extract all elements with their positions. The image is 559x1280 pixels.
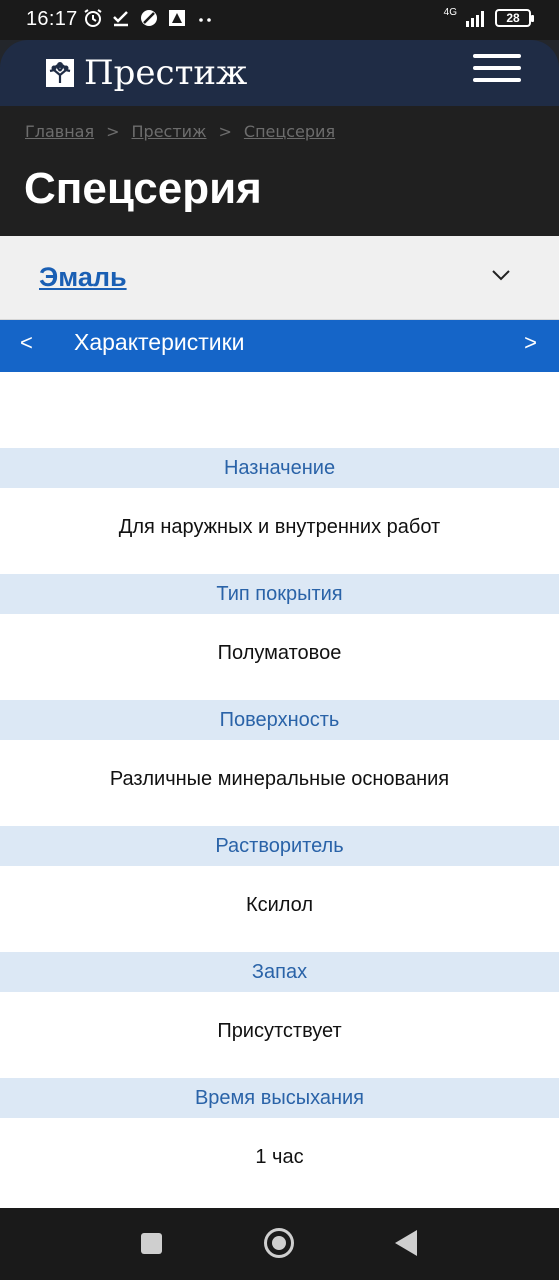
check-icon xyxy=(113,11,128,27)
logo[interactable]: Престиж xyxy=(46,56,247,90)
product-accordion[interactable]: Эмаль xyxy=(0,236,559,320)
spec-item: Поверхность Различные минеральные основа… xyxy=(0,700,559,826)
home-icon[interactable] xyxy=(264,1228,294,1258)
spec-name: Растворитель xyxy=(0,826,559,866)
spec-name: Поверхность xyxy=(0,700,559,740)
status-time: 16:17 xyxy=(26,8,78,30)
spec-item: Время высыхания 1 час xyxy=(0,1078,559,1204)
signal-icon xyxy=(466,11,484,27)
spec-value: Различные минеральные основания xyxy=(109,767,450,790)
breadcrumb-separator: > xyxy=(218,122,232,141)
recent-apps-icon[interactable] xyxy=(141,1233,162,1254)
status-bar: 16:17 4G 28 xyxy=(0,0,559,40)
status-system-icons: 4G 28 xyxy=(443,6,534,27)
more-dots-icon xyxy=(199,18,211,22)
breadcrumb-special-series[interactable]: Спецсерия xyxy=(244,122,335,141)
breadcrumb-prestige[interactable]: Престиж xyxy=(132,122,207,141)
spec-name: Запах xyxy=(0,952,559,992)
spec-value: 1 час xyxy=(255,1145,304,1168)
breadcrumb-home[interactable]: Главная xyxy=(25,122,94,141)
tree-logo-icon xyxy=(46,59,74,87)
tab-prev-button[interactable]: < xyxy=(20,330,33,356)
spec-item: Растворитель Ксилол xyxy=(0,826,559,952)
spec-value: Ксилол xyxy=(245,893,314,916)
hamburger-menu-icon[interactable] xyxy=(473,54,521,84)
spec-name: Назначение xyxy=(0,448,559,488)
breadcrumb-separator: > xyxy=(106,122,120,141)
spec-value: Присутствует xyxy=(217,1019,342,1042)
page-title: Спецсерия xyxy=(24,164,262,213)
characteristics-list: Назначение Для наружных и внутренних раб… xyxy=(0,372,559,1208)
app-notification-icon xyxy=(169,10,185,26)
spec-value: Для наружных и внутренних работ xyxy=(118,515,441,538)
accordion-title[interactable]: Эмаль xyxy=(39,262,127,293)
spec-item: Тип покрытия Полуматовое xyxy=(0,574,559,700)
chevron-down-icon[interactable] xyxy=(491,268,511,282)
site-header: Престиж xyxy=(0,40,559,106)
spec-item: Назначение Для наружных и внутренних раб… xyxy=(0,448,559,574)
spec-name: Время высыхания xyxy=(0,1078,559,1118)
breadcrumb: Главная > Престиж > Спецсерия xyxy=(25,122,335,141)
alarm-icon xyxy=(84,9,102,27)
title-block: Главная > Престиж > Спецсерия Спецсерия xyxy=(0,106,559,236)
no-disturb-icon xyxy=(141,10,157,26)
tab-next-button[interactable]: > xyxy=(524,330,537,356)
status-notification-icons xyxy=(83,8,215,28)
back-icon[interactable] xyxy=(395,1230,417,1256)
header-bar: Престиж xyxy=(0,40,559,106)
spec-item: Запах Присутствует xyxy=(0,952,559,1078)
network-type: 4G xyxy=(443,6,457,18)
system-nav-bar xyxy=(0,1208,559,1280)
logo-text: Престиж xyxy=(84,53,248,93)
spec-value: Полуматовое xyxy=(217,641,342,664)
tab-characteristics[interactable]: Характеристики xyxy=(74,329,245,356)
battery-icon: 28 xyxy=(495,9,534,27)
tabs-bar: < Характеристики > xyxy=(0,320,559,372)
spec-name: Тип покрытия xyxy=(0,574,559,614)
